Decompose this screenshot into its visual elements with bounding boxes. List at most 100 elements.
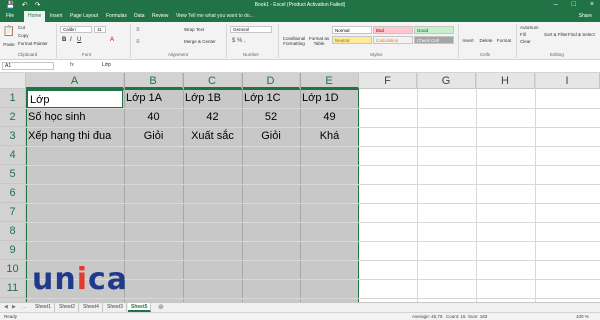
style-bad[interactable]: Bad	[373, 26, 413, 34]
gridline	[26, 203, 600, 204]
cell-d1[interactable]: Lớp 1C	[242, 89, 300, 108]
zoom-level[interactable]: 100 %	[576, 314, 589, 319]
delete-cells-button[interactable]: Delete	[478, 38, 494, 43]
italic-icon[interactable]: I	[70, 37, 72, 43]
style-neutral[interactable]: Neutral	[332, 36, 372, 44]
style-calculation[interactable]: Calculation	[373, 36, 413, 44]
cut-button[interactable]: Cut	[18, 25, 25, 30]
column-header-d[interactable]: D	[242, 73, 300, 89]
cell-a3[interactable]: Xếp hạng thi đua	[26, 127, 124, 146]
more-sheets-icon[interactable]: …	[22, 304, 27, 310]
insert-cells-button[interactable]: Insert	[460, 38, 476, 43]
maximize-icon[interactable]: □	[572, 1, 576, 8]
currency-icon[interactable]: $ % ,	[232, 38, 246, 44]
tab-data[interactable]: Data	[134, 13, 145, 19]
row-header-1[interactable]: 1	[0, 89, 26, 108]
tab-file[interactable]: File	[6, 13, 14, 19]
status-bar: Ready Average: 45,75 Count: 15 Sum: 183 …	[0, 312, 600, 320]
style-check-cell[interactable]: Check Cell	[414, 36, 454, 44]
row-header-8[interactable]: 8	[0, 222, 26, 241]
sort-filter-button[interactable]: Sort & Filter	[544, 32, 568, 37]
tab-formulas[interactable]: Formulas	[106, 13, 127, 19]
column-header-e[interactable]: E	[300, 73, 359, 89]
group-divider	[56, 24, 57, 58]
cell-e1[interactable]: Lớp 1D	[300, 89, 359, 108]
column-header-a[interactable]: A	[26, 73, 124, 89]
tab-page-layout[interactable]: Page Layout	[70, 13, 98, 19]
row-header-2[interactable]: 2	[0, 108, 26, 127]
column-header-f[interactable]: F	[359, 73, 417, 89]
row-header-7[interactable]: 7	[0, 203, 26, 222]
merge-center-button[interactable]: Merge & Center	[184, 39, 216, 44]
fx-icon[interactable]: fx	[70, 62, 74, 68]
sheet-tab-sheet2[interactable]: Sheet2	[56, 303, 79, 312]
tab-review[interactable]: Review	[152, 13, 168, 19]
column-header-h[interactable]: H	[476, 73, 535, 89]
minimize-icon[interactable]: –	[554, 1, 558, 8]
cell-c1[interactable]: Lớp 1B	[183, 89, 242, 108]
column-header-g[interactable]: G	[417, 73, 476, 89]
cell-c2[interactable]: 42	[183, 108, 242, 127]
style-normal[interactable]: Normal	[332, 26, 372, 34]
underline-icon[interactable]: U	[77, 37, 81, 43]
row-header-11[interactable]: 11	[0, 279, 26, 298]
clear-button[interactable]: Clear	[520, 39, 531, 44]
column-header-b[interactable]: B	[124, 73, 183, 89]
row-header-4[interactable]: 4	[0, 146, 26, 165]
group-divider	[226, 24, 227, 58]
cell-e2[interactable]: 49	[300, 108, 359, 127]
style-good[interactable]: Good	[414, 26, 454, 34]
cell-b2[interactable]: 40	[124, 108, 183, 127]
font-size-select[interactable]: 11	[94, 26, 106, 33]
cell-a2[interactable]: Số học sinh	[26, 108, 124, 127]
column-header-i[interactable]: I	[535, 73, 600, 89]
column-header-c[interactable]: C	[183, 73, 242, 89]
share-button[interactable]: Share	[579, 13, 592, 19]
add-sheet-icon[interactable]: ⊕	[158, 303, 164, 311]
formula-input[interactable]: Lớp	[100, 62, 595, 70]
cell-b1[interactable]: Lớp 1A	[124, 89, 183, 108]
sheet-tab-sheet4[interactable]: Sheet4	[80, 303, 103, 312]
copy-button[interactable]: Copy	[18, 33, 29, 38]
row-header-5[interactable]: 5	[0, 165, 26, 184]
font-name-select[interactable]: Calibri	[60, 26, 92, 33]
cell-a1[interactable]: Lớp	[27, 90, 123, 108]
cell-d2[interactable]: 52	[242, 108, 300, 127]
sheet-tab-sheet3[interactable]: Sheet3	[104, 303, 127, 312]
sheet-prev-icon[interactable]: ◀	[4, 304, 8, 310]
select-all-corner[interactable]	[0, 73, 26, 89]
cell-c3[interactable]: Xuất sắc	[183, 127, 242, 146]
sheet-tab-sheet5[interactable]: Sheet5	[128, 303, 152, 312]
tab-home[interactable]: Home	[24, 11, 46, 22]
cell-d3[interactable]: Giỏi	[242, 127, 300, 146]
row-header-6[interactable]: 6	[0, 184, 26, 203]
row-header-10[interactable]: 10	[0, 260, 26, 279]
row-header-3[interactable]: 3	[0, 127, 26, 146]
format-painter-button[interactable]: Format Painter	[18, 41, 48, 46]
row-header-9[interactable]: 9	[0, 241, 26, 260]
conditional-formatting-button[interactable]: Conditional Formatting	[280, 36, 308, 46]
format-as-table-button[interactable]: Format as Table	[308, 36, 330, 46]
format-cells-button[interactable]: Format	[496, 38, 512, 43]
number-format-select[interactable]: General	[230, 26, 272, 33]
cell-b3[interactable]: Giỏi	[124, 127, 183, 146]
tell-me-search[interactable]: Tell me what you want to do...	[188, 13, 254, 19]
align-top-icon[interactable]: ≡	[136, 27, 140, 33]
name-box[interactable]: A1	[2, 62, 54, 70]
sheet-tab-sheet1[interactable]: Sheet1	[32, 303, 55, 312]
wrap-text-button[interactable]: Wrap Text	[184, 27, 204, 32]
tab-view[interactable]: View	[176, 13, 187, 19]
sheet-next-icon[interactable]: ▶	[12, 304, 16, 310]
align-left-icon[interactable]: ≡	[136, 39, 140, 45]
bold-icon[interactable]: B	[62, 37, 66, 43]
paste-button[interactable]: Paste	[2, 42, 16, 47]
paste-icon[interactable]: 📋	[2, 26, 16, 37]
cell-e3[interactable]: Khá	[300, 127, 359, 146]
title-bar: 💾 ↶ ↷ Book1 - Excel (Product Activation …	[0, 0, 600, 11]
close-icon[interactable]: ×	[590, 1, 594, 8]
find-select-button[interactable]: Find & Select	[568, 32, 595, 37]
tab-insert[interactable]: Insert	[50, 13, 63, 19]
autosum-button[interactable]: AutoSum	[520, 25, 539, 30]
fill-button[interactable]: Fill	[520, 32, 526, 37]
font-color-icon[interactable]: A	[110, 37, 114, 43]
